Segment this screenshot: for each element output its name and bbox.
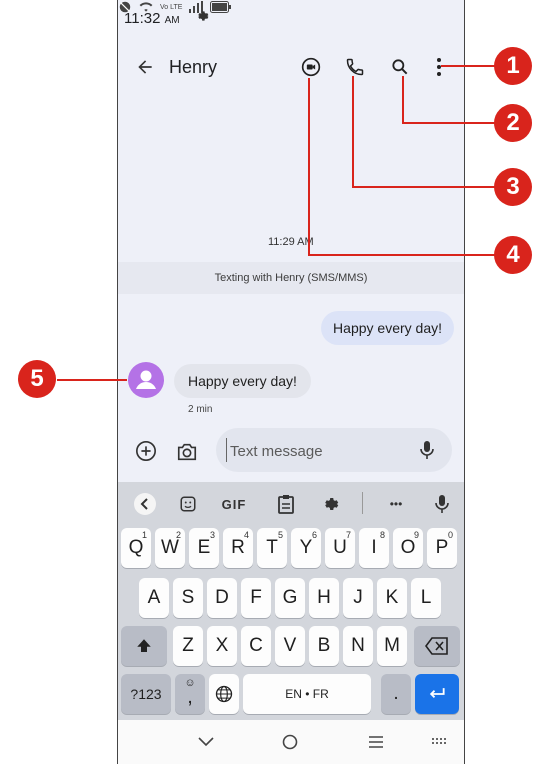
globe-icon xyxy=(215,685,233,703)
callout-badge-5: 5 xyxy=(18,360,56,398)
back-arrow-icon[interactable] xyxy=(132,54,158,80)
recents-icon[interactable] xyxy=(364,732,388,752)
key-d[interactable]: D xyxy=(207,578,237,618)
navigation-bar xyxy=(118,720,464,764)
symbols-key[interactable]: ?123 xyxy=(121,674,171,714)
key-h[interactable]: H xyxy=(309,578,339,618)
backspace-icon xyxy=(425,637,448,655)
phone-screen: 11:32 AM Vo LTE Henry 11:29 AM Texting w… xyxy=(117,0,465,764)
key-n[interactable]: N xyxy=(343,626,373,666)
incoming-message-time: 2 min xyxy=(188,404,213,415)
key-b[interactable]: B xyxy=(309,626,339,666)
key-o[interactable]: O9 xyxy=(393,528,423,568)
callout-badge-4: 4 xyxy=(494,236,532,274)
conversation-timestamp: 11:29 AM xyxy=(268,236,314,248)
add-attachment-icon[interactable] xyxy=(134,439,158,463)
shift-icon xyxy=(137,639,151,652)
period-key[interactable]: . xyxy=(381,674,411,714)
collapse-toolbar-icon[interactable] xyxy=(134,493,156,515)
keyboard-settings-icon[interactable] xyxy=(318,492,342,516)
key-z[interactable]: Z xyxy=(173,626,203,666)
enter-key[interactable] xyxy=(415,674,459,714)
key-x[interactable]: X xyxy=(207,626,237,666)
clipboard-icon[interactable] xyxy=(274,492,298,516)
key-t[interactable]: T5 xyxy=(257,528,287,568)
key-i[interactable]: I8 xyxy=(359,528,389,568)
sms-banner: Texting with Henry (SMS/MMS) xyxy=(118,262,464,294)
callout-line-3 xyxy=(352,186,495,188)
callout-line-5 xyxy=(57,379,127,381)
keyboard-mic-icon[interactable] xyxy=(430,492,454,516)
key-g[interactable]: G xyxy=(275,578,305,618)
contact-name: Henry xyxy=(169,57,218,77)
callout-line-4 xyxy=(308,78,310,256)
callout-line-3 xyxy=(352,76,354,188)
search-icon[interactable] xyxy=(388,55,412,79)
keyboard-toolbar: GIF ••• xyxy=(118,482,464,524)
emoji-comma-key[interactable]: ☺ , xyxy=(175,674,205,714)
battery-icon xyxy=(210,1,232,13)
key-a[interactable]: A xyxy=(139,578,169,618)
key-j[interactable]: J xyxy=(343,578,373,618)
key-r[interactable]: R4 xyxy=(223,528,253,568)
key-s[interactable]: S xyxy=(173,578,203,618)
shift-key[interactable] xyxy=(121,626,167,666)
voice-input-icon[interactable] xyxy=(416,439,438,461)
key-p[interactable]: P0 xyxy=(427,528,457,568)
settings-status-icon xyxy=(198,11,209,21)
message-composer xyxy=(216,428,452,474)
key-l[interactable]: L xyxy=(411,578,441,618)
person-icon xyxy=(136,370,156,389)
language-key[interactable] xyxy=(209,674,239,714)
avatar[interactable] xyxy=(128,362,164,398)
outgoing-message[interactable]: Happy every day! xyxy=(321,311,454,345)
callout-line-4 xyxy=(308,254,495,256)
callout-badge-3: 3 xyxy=(494,168,532,206)
status-bar: 11:32 AM Vo LTE xyxy=(118,0,464,40)
enter-icon xyxy=(429,688,445,698)
key-w[interactable]: W2 xyxy=(155,528,185,568)
camera-icon[interactable] xyxy=(174,439,200,465)
more-tools-button[interactable]: ••• xyxy=(382,492,410,516)
key-m[interactable]: M xyxy=(377,626,407,666)
text-cursor xyxy=(226,438,227,462)
backspace-key[interactable] xyxy=(414,626,460,666)
callout-line-1 xyxy=(441,65,495,67)
toolbar-divider xyxy=(362,492,363,514)
key-u[interactable]: U7 xyxy=(325,528,355,568)
key-v[interactable]: V xyxy=(275,626,305,666)
key-k[interactable]: K xyxy=(377,578,407,618)
key-c[interactable]: C xyxy=(241,626,271,666)
hide-keyboard-icon[interactable] xyxy=(194,732,218,752)
key-e[interactable]: E3 xyxy=(189,528,219,568)
space-key[interactable]: EN • FR xyxy=(243,674,371,714)
callout-badge-1: 1 xyxy=(494,47,532,85)
incoming-message[interactable]: Happy every day! xyxy=(174,364,311,398)
key-y[interactable]: Y6 xyxy=(291,528,321,568)
callout-line-2 xyxy=(402,76,404,124)
gif-button[interactable]: GIF xyxy=(218,492,250,516)
more-options-icon[interactable] xyxy=(429,55,449,79)
callout-badge-2: 2 xyxy=(494,104,532,142)
key-q[interactable]: Q1 xyxy=(121,528,151,568)
status-time: 11:32 AM xyxy=(124,10,180,27)
phone-call-icon[interactable] xyxy=(343,55,367,79)
home-icon[interactable] xyxy=(278,732,302,752)
keyboard-switch-icon[interactable] xyxy=(430,734,450,750)
key-f[interactable]: F xyxy=(241,578,271,618)
message-input[interactable] xyxy=(228,428,412,474)
callout-line-2 xyxy=(402,122,495,124)
video-call-icon[interactable] xyxy=(299,55,323,79)
sticker-icon[interactable] xyxy=(176,492,200,516)
